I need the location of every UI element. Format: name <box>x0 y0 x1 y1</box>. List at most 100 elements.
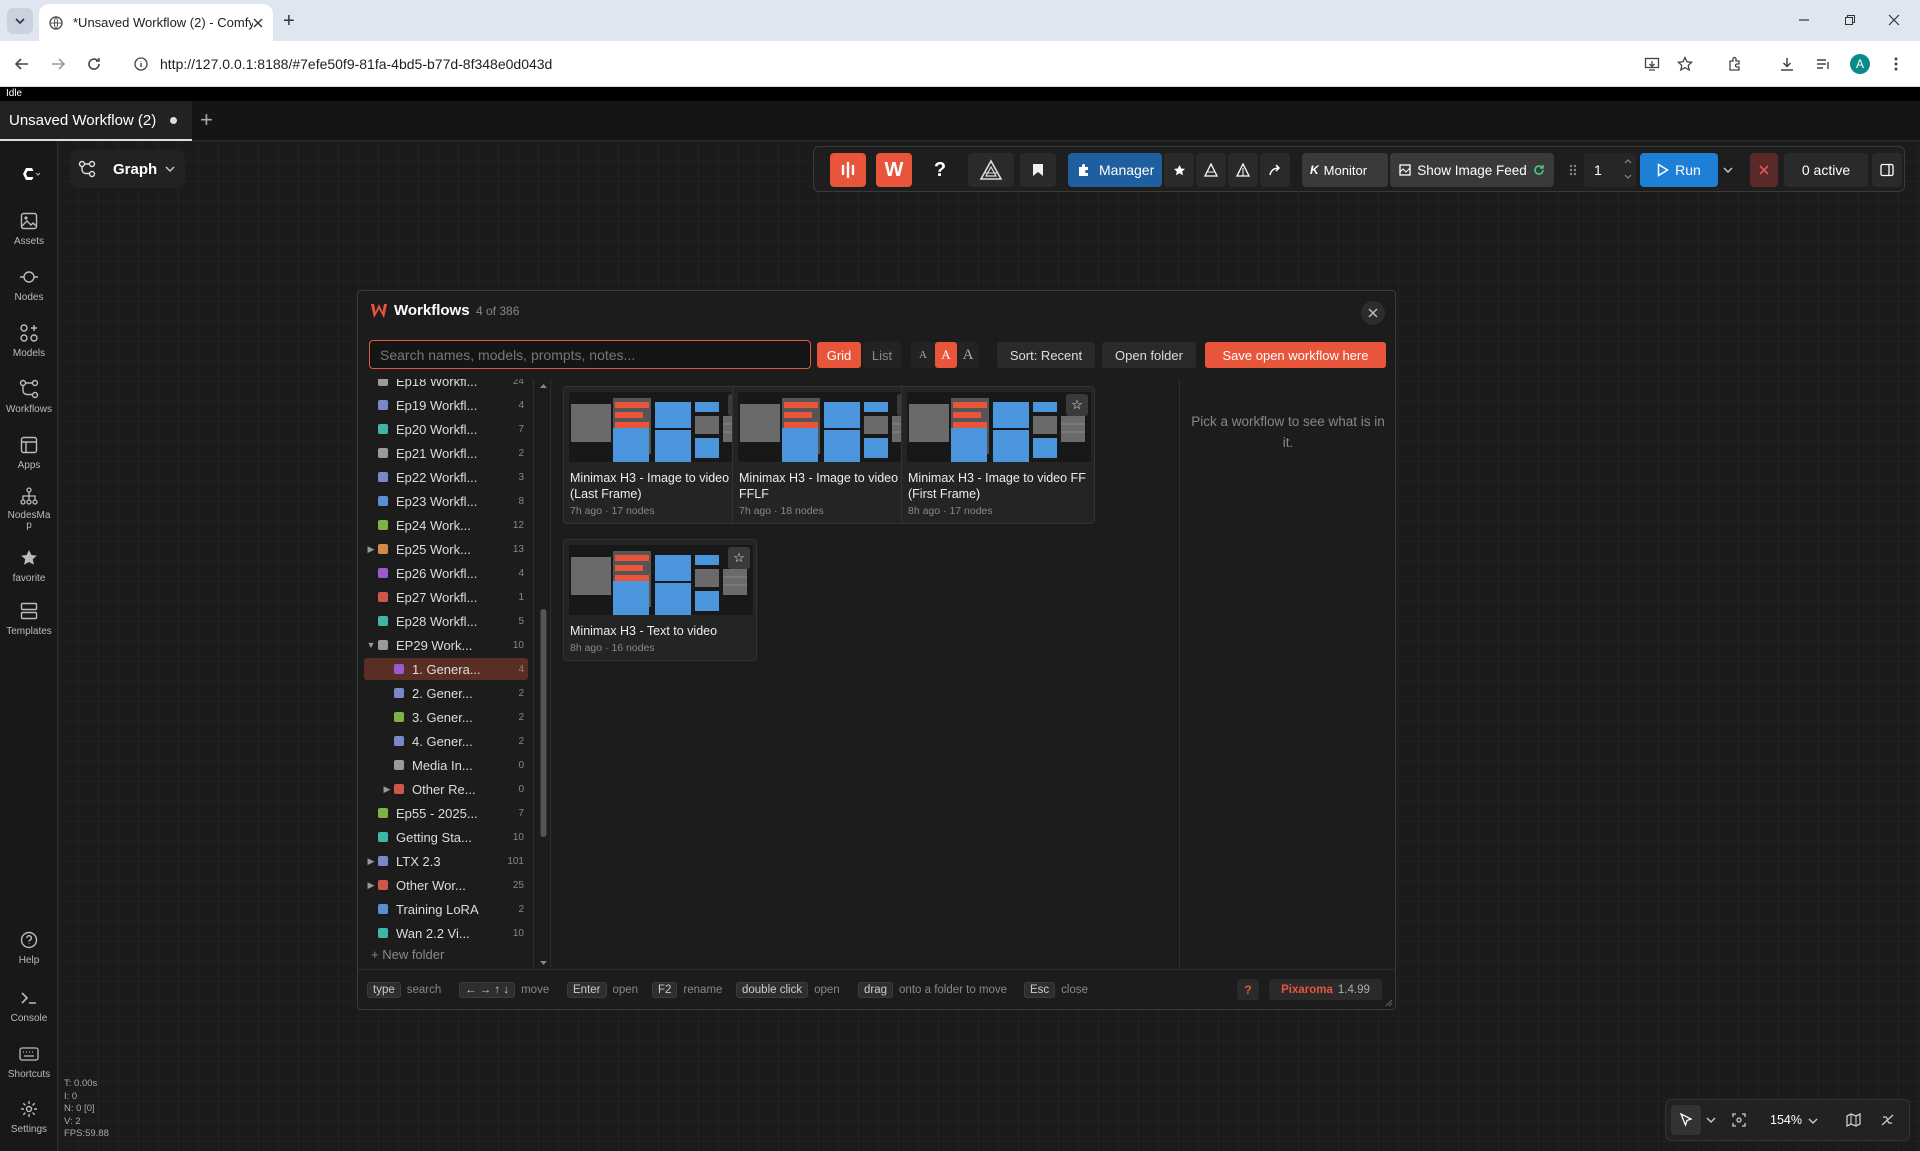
stepper-icon[interactable] <box>1623 156 1633 182</box>
close-dialog-button[interactable] <box>1361 301 1385 325</box>
downloads-icon[interactable] <box>1775 52 1799 76</box>
browser-menu-icon[interactable] <box>1884 52 1908 76</box>
comfy-logo-menu[interactable] <box>0 163 58 189</box>
browser-tab[interactable]: *Unsaved Workflow (2) - Comfy <box>39 4 273 41</box>
back-button[interactable] <box>10 52 34 76</box>
expand-arrow-icon[interactable]: ▼ <box>364 640 378 650</box>
site-info-icon[interactable] <box>134 57 148 71</box>
sort-dropdown[interactable]: Sort: Recent <box>997 342 1095 368</box>
share-button[interactable] <box>1260 153 1290 187</box>
favorite-star-icon[interactable]: ☆ <box>728 547 750 569</box>
help-button[interactable]: ? <box>922 153 958 187</box>
install-app-icon[interactable] <box>1640 52 1664 76</box>
expand-arrow-icon[interactable]: ▶ <box>380 784 394 795</box>
sidebar-item-templates[interactable]: Templates <box>0 600 58 637</box>
footer-help-button[interactable]: ? <box>1237 979 1259 1000</box>
new-workflow-tab-button[interactable]: + <box>200 109 213 131</box>
profile-avatar[interactable]: A <box>1848 52 1872 76</box>
link-visibility-icon[interactable] <box>1880 1113 1895 1127</box>
select-tool-button[interactable] <box>1671 1105 1701 1135</box>
folder-item[interactable]: Ep20 Workfl... 7 <box>364 418 528 440</box>
sidebar-item-nodesmap[interactable]: NodesMa p <box>0 485 58 531</box>
sidebar-item-nodes[interactable]: Nodes <box>0 266 58 303</box>
font-size-small-button[interactable]: A <box>913 342 933 368</box>
run-button[interactable]: Run <box>1640 153 1718 187</box>
cancel-queue-button[interactable] <box>1750 153 1778 187</box>
folder-item[interactable]: ▶ Other Re... 0 <box>364 778 528 800</box>
close-tab-icon[interactable] <box>253 18 263 28</box>
reload-button[interactable] <box>82 52 106 76</box>
favorite-star-icon[interactable]: ☆ <box>1066 394 1088 416</box>
grid-view-button[interactable]: Grid <box>817 342 861 368</box>
zoom-chevron-down-icon[interactable] <box>1808 1116 1818 1126</box>
zoom-level[interactable]: 154% <box>1770 1113 1802 1127</box>
folder-item[interactable]: Wan 2.2 Vi... 10 <box>364 922 528 944</box>
forward-button[interactable] <box>46 52 70 76</box>
media-controls-icon[interactable] <box>1811 52 1835 76</box>
sidebar-item-help[interactable]: Help <box>0 929 58 966</box>
expand-arrow-icon[interactable]: ▶ <box>364 544 378 555</box>
node-b-button[interactable] <box>1228 153 1258 187</box>
sidebar-item-settings[interactable]: Settings <box>0 1098 58 1135</box>
workflow-card[interactable]: ☆ Minimax H3 - Text to video 8h ago · 16 n… <box>563 539 757 661</box>
workflow-tab[interactable]: Unsaved Workflow (2) <box>0 101 192 141</box>
sidebar-item-shortcuts[interactable]: Shortcuts <box>0 1043 58 1080</box>
w-button[interactable]: W <box>876 153 912 187</box>
manager-button[interactable]: Manager <box>1068 153 1162 187</box>
folder-item[interactable]: Getting Sta... 10 <box>364 826 528 848</box>
font-size-medium-button[interactable]: A <box>935 342 957 368</box>
sidebar-item-models[interactable]: Models <box>0 322 58 359</box>
folder-item[interactable]: Ep27 Workfl... 1 <box>364 586 528 608</box>
workflow-card[interactable]: ☆Minimax H3 - Image to video LF (Last Fr… <box>563 386 757 524</box>
folder-item[interactable]: Ep28 Workfl... 5 <box>364 610 528 632</box>
favorite-star-button[interactable] <box>1164 153 1194 187</box>
fit-view-icon[interactable] <box>1732 1113 1746 1127</box>
restore-button[interactable] <box>1830 8 1870 32</box>
sidebar-item-apps[interactable]: Apps <box>0 434 58 471</box>
folder-item[interactable]: ▼ EP29 Work... 10 <box>364 634 528 656</box>
batch-count-input[interactable]: 1 <box>1584 153 1636 187</box>
folder-item[interactable]: 1. Genera... 4 <box>364 658 528 680</box>
sidebar-item-console[interactable]: Console <box>0 987 58 1024</box>
folder-item[interactable]: 4. Gener... 2 <box>364 730 528 752</box>
minimap-icon[interactable] <box>1846 1113 1861 1127</box>
folder-item[interactable]: ▶ Other Wor... 25 <box>364 874 528 896</box>
folder-item[interactable]: Ep23 Workfl... 8 <box>364 490 528 512</box>
workflow-search-input[interactable] <box>369 340 811 369</box>
folder-item[interactable]: 2. Gener... 2 <box>364 682 528 704</box>
workflow-card[interactable]: ☆ Minimax H3 - Image to video FF (First F… <box>901 386 1095 524</box>
folder-item[interactable]: Training LoRA 2 <box>364 898 528 920</box>
folder-item[interactable]: Ep55 - 2025... 7 <box>364 802 528 824</box>
folder-item[interactable]: 3. Gener... 2 <box>364 706 528 728</box>
folder-item[interactable]: Ep26 Workfl... 4 <box>364 562 528 584</box>
minimize-button[interactable] <box>1784 8 1824 32</box>
bookmark-star-icon[interactable] <box>1673 52 1697 76</box>
folder-item[interactable]: ▶ Ep25 Work... 13 <box>364 538 528 560</box>
list-view-button[interactable]: List <box>863 342 901 368</box>
audio-bars-button[interactable] <box>830 153 866 187</box>
sidebar-item-workflows[interactable]: Workflows <box>0 378 58 415</box>
resize-handle-icon[interactable] <box>1385 999 1393 1007</box>
tool-chevron-down-icon[interactable] <box>1706 1115 1716 1125</box>
folder-item[interactable]: Ep18 Workfl... 24 <box>364 379 528 392</box>
bookmark-button[interactable] <box>1020 153 1056 187</box>
extensions-icon[interactable] <box>1723 52 1747 76</box>
sidebar-item-assets[interactable]: Assets <box>0 210 58 247</box>
folder-item[interactable]: Ep21 Workfl... 2 <box>364 442 528 464</box>
folder-tree-scrollbar[interactable] <box>539 379 548 970</box>
node-a-button[interactable] <box>1196 153 1226 187</box>
omnibox[interactable]: http://127.0.0.1:8188/#7efe50f9-81fa-4bd… <box>124 48 1764 80</box>
sidebar-item-favorite[interactable]: favorite <box>0 547 58 584</box>
folder-item[interactable]: ▶ LTX 2.3 101 <box>364 850 528 872</box>
active-queue-label[interactable]: 0 active <box>1784 153 1868 187</box>
expand-arrow-icon[interactable]: ▶ <box>364 856 378 867</box>
tab-search-chevron-icon[interactable] <box>7 8 33 34</box>
folder-item[interactable]: Media In... 0 <box>364 754 528 776</box>
open-folder-button[interactable]: Open folder <box>1102 342 1196 368</box>
workflow-card[interactable]: ☆Minimax H3 - Image to video FFLF7h ago … <box>732 386 926 524</box>
close-window-button[interactable] <box>1874 8 1914 32</box>
folder-item[interactable]: Ep19 Workfl... 4 <box>364 394 528 416</box>
graph-mode-button[interactable]: Graph <box>70 150 185 188</box>
drag-handle-icon[interactable] <box>1566 153 1580 187</box>
show-image-feed-button[interactable]: Show Image Feed <box>1390 153 1554 187</box>
